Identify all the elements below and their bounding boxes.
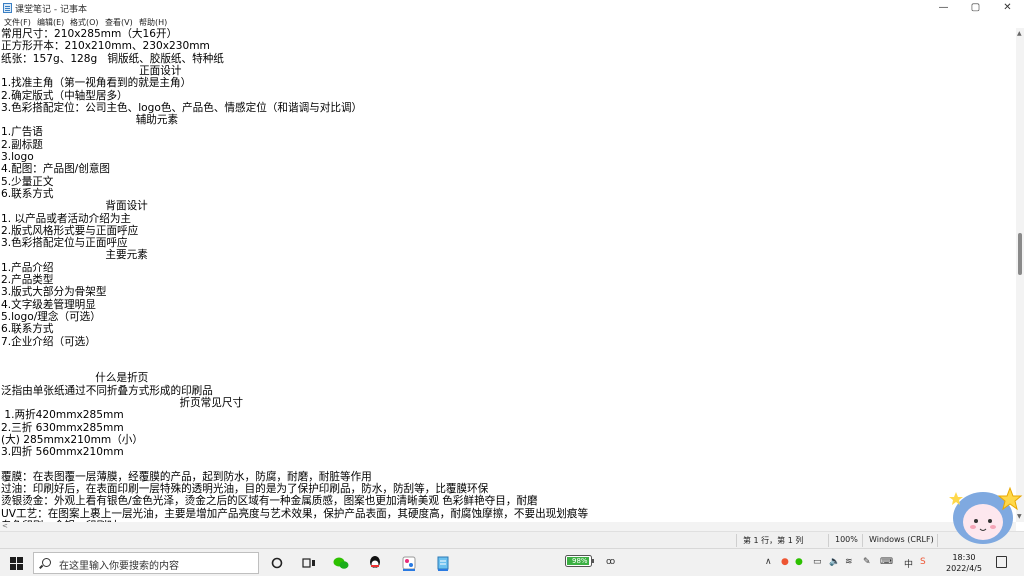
text-line: 背面设计 xyxy=(1,200,148,213)
text-line: 主要元素 xyxy=(1,249,148,262)
scroll-left-arrow-icon[interactable]: < xyxy=(2,522,8,530)
app-tray-icon[interactable]: ● xyxy=(781,557,789,567)
wifi-icon[interactable]: ≋ xyxy=(845,557,853,567)
text-line: 2.三折 630mmx285mm xyxy=(1,421,124,434)
text-line: 5.少量正文 xyxy=(1,175,54,188)
title-bar: 课堂笔记 - 记事本 — ▢ ✕ xyxy=(0,0,1024,15)
text-line: 过油：印刷好后，在表面印刷一层特殊的透明光油，目的是为了保护印刷品，防水，防刮等… xyxy=(1,483,489,496)
status-divider xyxy=(828,534,829,547)
wechat-tray-icon[interactable]: ● xyxy=(795,557,803,567)
menu-help[interactable]: 帮助(H) xyxy=(139,17,167,28)
text-line: 1. 以产品或者活动介绍为主 xyxy=(1,212,132,225)
status-bar: 第 1 行，第 1 列 100% Windows (CRLF) xyxy=(0,531,1024,548)
taskbar-search-box[interactable]: 在这里输入你要搜索的内容 xyxy=(33,552,259,574)
qq-icon[interactable] xyxy=(366,554,384,572)
text-line: 2.产品类型 xyxy=(1,274,54,286)
window-title: 课堂笔记 - 记事本 xyxy=(15,5,87,15)
vertical-scroll-thumb[interactable] xyxy=(1018,233,1022,275)
volume-icon[interactable]: 🔈 xyxy=(829,557,840,567)
text-line: 烫银烫金：外观上看有银色/金色光泽，烫金之后的区域有一种金属质感，图案也更加清晰… xyxy=(1,495,538,508)
text-line: 3.色彩搭配定位与正面呼应 xyxy=(1,237,128,250)
sogou-ime-icon[interactable]: S xyxy=(920,557,926,567)
search-placeholder: 在这里输入你要搜索的内容 xyxy=(59,561,179,572)
network-adapter-icon[interactable]: ▭ xyxy=(813,557,822,567)
paint-app-icon[interactable] xyxy=(400,554,418,572)
text-line: 3.四折 560mmx210mm xyxy=(1,446,124,459)
scroll-up-arrow-icon[interactable]: ▲ xyxy=(1017,30,1022,37)
text-line: 3.logo xyxy=(1,151,34,163)
search-icon xyxy=(42,558,51,567)
clock-time: 18:30 xyxy=(952,553,976,562)
text-line: 正方形开本：210x210mm、230x230mm xyxy=(1,40,210,53)
text-line: 泛指由单张纸通过不同折叠方式形成的印刷品 xyxy=(1,384,213,397)
keyboard-icon[interactable]: ⌨ xyxy=(880,557,893,567)
notepad-icon xyxy=(3,3,12,13)
text-line: 3.色彩搭配定位：公司主色、logo色、产品色、情感定位（和谐调与对比调） xyxy=(1,101,363,114)
status-divider xyxy=(937,534,938,547)
clock-date: 2022/4/5 xyxy=(946,564,982,573)
text-line: 2.确定版式（中轴型居多） xyxy=(1,89,128,102)
text-line: 折页常见尺寸 xyxy=(1,397,244,409)
notepad-taskbar-icon[interactable] xyxy=(434,554,452,572)
text-line: 2.版式风格形式要与正面呼应 xyxy=(1,224,139,237)
line-ending: Windows (CRLF) xyxy=(869,535,934,544)
pen-icon[interactable]: ✎ xyxy=(863,557,871,567)
system-clock[interactable]: 18:30 2022/4/5 xyxy=(944,552,984,574)
menu-format[interactable]: 格式(O) xyxy=(70,17,99,28)
text-line: 1.两折420mmx285mm xyxy=(1,409,124,422)
menu-file[interactable]: 文件(F) xyxy=(4,17,31,28)
zoom-level: 100% xyxy=(835,535,858,544)
ime-indicator[interactable]: 中 xyxy=(904,557,913,570)
battery-percent: 98% xyxy=(572,557,588,565)
text-line: 4.配图：产品图/创意图 xyxy=(1,163,111,176)
text-line: UV工艺：在图案上裹上一层光油，主要是增加产品亮度与艺术效果，保护产品表面，其硬… xyxy=(1,507,589,520)
text-line: 7.企业介绍（可选） xyxy=(1,335,96,348)
maximize-button[interactable]: ▢ xyxy=(960,0,991,15)
menu-edit[interactable]: 编辑(E) xyxy=(37,17,64,28)
text-line: 1.找准主角（第一视角看到的就是主角） xyxy=(1,77,192,90)
text-line: 辅助元素 xyxy=(1,114,179,127)
text-line: 3.版式大部分为骨架型 xyxy=(1,286,107,299)
horizontal-scrollbar[interactable]: < xyxy=(0,522,1016,531)
cursor-position: 第 1 行，第 1 列 xyxy=(743,536,804,545)
text-editor-area[interactable]: 常用尺寸：210x285mm（大16开） 正方形开本：210x210mm、230x… xyxy=(0,28,1016,522)
text-line: 常用尺寸：210x285mm（大16开） xyxy=(1,28,178,40)
vertical-scrollbar[interactable]: ▲ ▼ xyxy=(1016,28,1024,522)
text-line: 正面设计 xyxy=(1,64,182,77)
text-line: 覆膜：在表图覆一层薄膜，经覆膜的产品，起到防水，防腐，耐磨，耐脏等作用 xyxy=(1,470,372,483)
text-line: 4.文字级差管理明显 xyxy=(1,298,96,311)
minimize-button[interactable]: — xyxy=(928,0,959,15)
status-divider xyxy=(862,534,863,547)
windows-start-icon[interactable] xyxy=(10,557,23,570)
text-line: 2.副标题 xyxy=(1,138,43,151)
text-line: 1.产品介绍 xyxy=(1,261,54,274)
people-icon[interactable]: ꝏ xyxy=(606,557,615,567)
text-line: (大) 285mmx210mm（小） xyxy=(1,433,143,446)
notification-center-icon[interactable] xyxy=(996,556,1007,568)
status-divider xyxy=(736,534,737,547)
menu-bar: 文件(F) 编辑(E) 格式(O) 查看(V) 帮助(H) xyxy=(0,15,1024,28)
taskbar: 在这里输入你要搜索的内容 98% ꝏ ∧ ● ● ▭ 🔈 ≋ ✎ ⌨ 中 S 1… xyxy=(0,548,1024,576)
cartoon-sticker-image xyxy=(949,486,1023,544)
close-button[interactable]: ✕ xyxy=(992,0,1023,15)
task-view-icon[interactable] xyxy=(300,554,318,572)
text-line: 6.联系方式 xyxy=(1,323,54,336)
show-hidden-icons-icon[interactable]: ∧ xyxy=(765,557,772,567)
text-line: 1.广告语 xyxy=(1,126,43,139)
text-line: 5.logo/理念（可选） xyxy=(1,310,101,323)
wechat-icon[interactable] xyxy=(332,554,350,572)
cortana-icon[interactable] xyxy=(268,554,286,572)
text-line: 什么是折页 xyxy=(1,372,149,385)
text-line: 6.联系方式 xyxy=(1,187,54,200)
text-line: 纸张：157g、128g 铜版纸、胶版纸、特种纸 xyxy=(1,52,224,65)
menu-view[interactable]: 查看(V) xyxy=(105,17,133,28)
